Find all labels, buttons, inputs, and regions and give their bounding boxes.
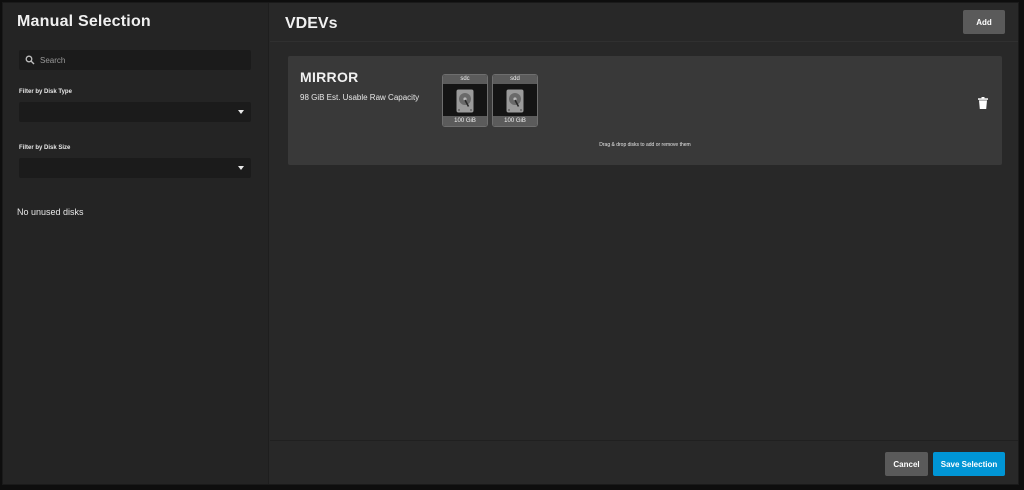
trash-icon[interactable]: [978, 97, 988, 109]
pane-title: Manual Selection: [17, 13, 151, 30]
add-vdev-button[interactable]: Add: [963, 10, 1005, 34]
chevron-down-icon: [238, 166, 244, 170]
disk-size: 100 GiB: [493, 116, 537, 126]
chevron-down-icon: [238, 110, 244, 114]
hard-disk-icon: [506, 89, 524, 113]
disk-sdc[interactable]: sdc 100 GiB: [442, 74, 488, 127]
footer-divider: [270, 440, 1018, 441]
drag-drop-hint: Drag & drop disks to add or remove them: [599, 142, 691, 148]
disk-sdd[interactable]: sdd 100 GiB: [492, 74, 538, 127]
disk-name: sdd: [493, 75, 537, 84]
cancel-button[interactable]: Cancel: [885, 452, 928, 476]
vdevs-title: VDEVs: [285, 15, 338, 32]
disk-size-select[interactable]: [19, 158, 251, 178]
disk-size: 100 GiB: [443, 116, 487, 126]
vdev-card[interactable]: MIRROR 98 GiB Est. Usable Raw Capacity s…: [288, 56, 1002, 165]
disk-name: sdc: [443, 75, 487, 84]
disk-size-filter-label: Filter by Disk Size: [19, 145, 71, 151]
vdev-type: MIRROR: [300, 69, 359, 85]
manual-selection-dialog: Manual Selection Filter by Disk Type Fil…: [2, 2, 1019, 485]
search-icon: [25, 55, 35, 65]
search-input[interactable]: [40, 55, 240, 65]
save-selection-button[interactable]: Save Selection: [933, 452, 1005, 476]
no-unused-disks-message: No unused disks: [17, 207, 84, 217]
unused-disks-pane: Manual Selection Filter by Disk Type Fil…: [3, 3, 269, 484]
vdev-capacity: 98 GiB Est. Usable Raw Capacity: [300, 93, 420, 102]
disk-type-select[interactable]: [19, 102, 251, 122]
header-divider: [270, 41, 1018, 42]
disk-type-filter-label: Filter by Disk Type: [19, 89, 72, 95]
search-field[interactable]: [19, 50, 251, 70]
hard-disk-icon: [456, 89, 474, 113]
